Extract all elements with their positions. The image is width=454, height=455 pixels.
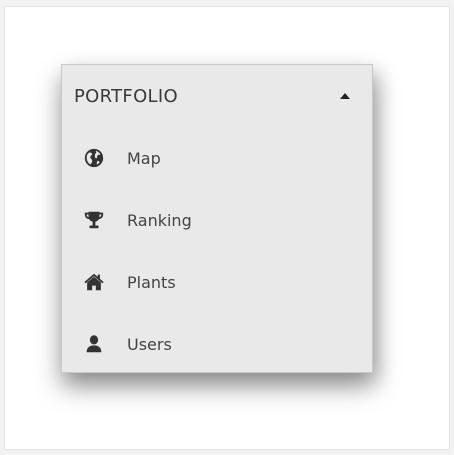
menu-list: Map Ranking Plants Users [62,127,372,375]
caret-up-icon[interactable] [340,93,350,99]
menu-item-plants[interactable]: Plants [62,251,372,313]
menu-item-ranking[interactable]: Ranking [62,189,372,251]
globe-icon [83,147,105,169]
menu-item-map[interactable]: Map [62,127,372,189]
user-icon [83,333,105,355]
portfolio-dropdown-menu: PORTFOLIO Map Ranking Plants Users [61,64,373,373]
menu-item-label: Ranking [127,210,192,230]
menu-item-label: Plants [127,272,176,292]
menu-item-users[interactable]: Users [62,313,372,375]
trophy-icon [83,209,105,231]
portfolio-menu-header[interactable]: PORTFOLIO [62,65,372,127]
screenshot-frame: PORTFOLIO Map Ranking Plants Users [4,6,450,450]
menu-item-label: Map [127,148,161,168]
menu-item-label: Users [127,334,172,354]
menu-title: PORTFOLIO [74,85,178,107]
home-icon [83,271,105,293]
